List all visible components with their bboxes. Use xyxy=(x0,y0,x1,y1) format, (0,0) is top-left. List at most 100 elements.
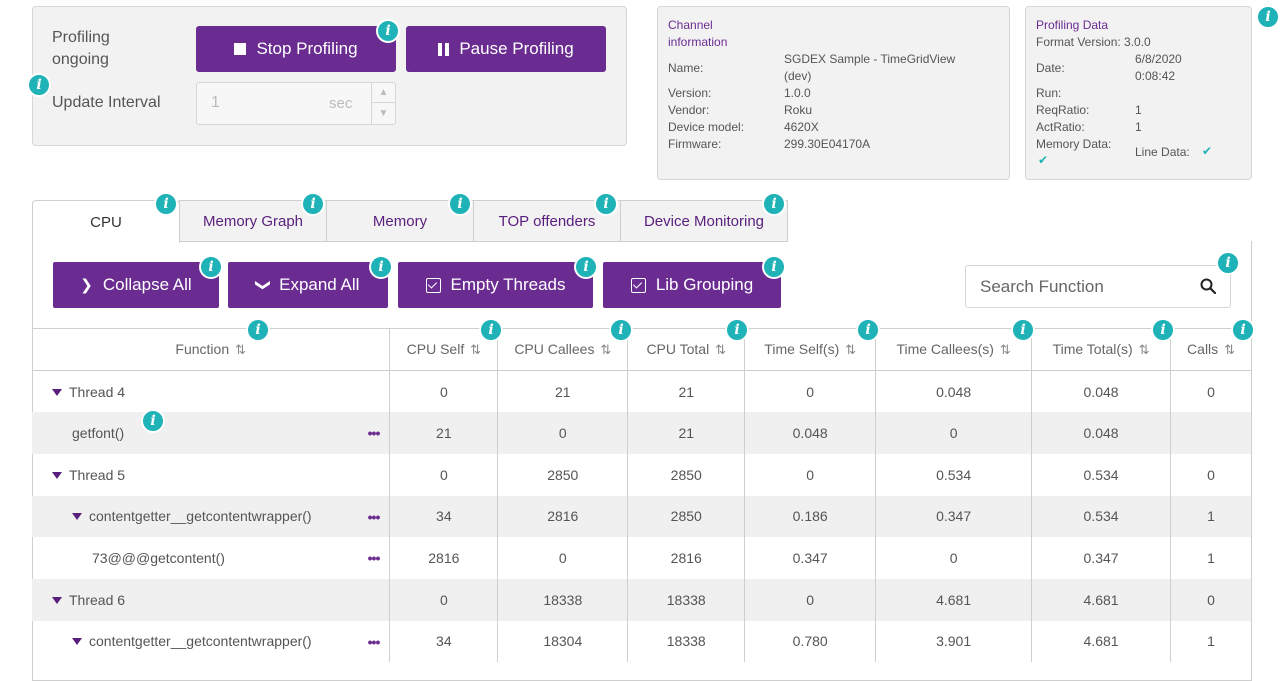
sort-icon[interactable]: ⇅ xyxy=(600,342,611,357)
expand-triangle-icon[interactable] xyxy=(52,388,62,396)
cpu-total-cell: 21 xyxy=(627,412,746,454)
cpu-callees-cell: 0 xyxy=(497,537,629,579)
info-icon[interactable]: i xyxy=(154,192,178,216)
empty-threads-toggle[interactable]: Empty Threads xyxy=(398,262,593,308)
vendor-value: Roku xyxy=(784,103,813,117)
table-header-row: Function ⇅ CPU Self ⇅ CPU Callees ⇅ CPU … xyxy=(32,328,1252,371)
column-header-time-total[interactable]: Time Total(s) ⇅ xyxy=(1031,328,1172,371)
info-icon[interactable]: i xyxy=(1256,5,1280,29)
chevron-down-icon: ❯ xyxy=(253,278,271,292)
calls-cell xyxy=(1170,412,1252,454)
sort-icon[interactable]: ⇅ xyxy=(470,342,481,357)
sort-icon[interactable]: ⇅ xyxy=(235,342,246,357)
search-input[interactable] xyxy=(980,277,1190,297)
table-row[interactable]: contentgetter__getcontentwrapper() ••• 34… xyxy=(32,495,1252,538)
sort-icon[interactable]: ⇅ xyxy=(715,342,726,357)
pause-profiling-button[interactable]: Pause Profiling xyxy=(406,26,606,72)
table-row[interactable]: Thread 5 0 2850 2850 0 0.534 0.534 0 xyxy=(32,453,1252,496)
column-header-function[interactable]: Function ⇅ xyxy=(32,328,391,371)
time-total-cell: 4.681 xyxy=(1031,578,1172,621)
stop-icon xyxy=(234,43,247,55)
column-header-label: Time Callees(s) xyxy=(896,341,994,357)
info-icon[interactable]: i xyxy=(609,318,633,342)
info-icon[interactable]: i xyxy=(725,318,749,342)
time-callees-cell: 0.534 xyxy=(875,453,1033,496)
memory-data-key: Memory Data: xyxy=(1036,137,1112,151)
sort-icon[interactable]: ⇅ xyxy=(1224,342,1235,357)
calls-cell: 0 xyxy=(1170,453,1252,496)
cpu-total-cell: 2850 xyxy=(627,495,746,538)
device-model-key: Device model: xyxy=(668,120,745,134)
act-ratio-key: ActRatio: xyxy=(1036,120,1085,134)
interval-stepper[interactable]: ▲ ▼ xyxy=(371,83,395,124)
table-row[interactable]: Thread 6 0 18338 18338 0 4.681 4.681 0 xyxy=(32,578,1252,621)
time-self-cell: 0.347 xyxy=(744,537,877,579)
decrement-icon[interactable]: ▼ xyxy=(372,103,395,123)
name-value: SGDEX Sample - TimeGridView xyxy=(784,52,956,66)
info-icon[interactable]: i xyxy=(762,255,786,279)
format-version: Format Version: 3.0.0 xyxy=(1036,35,1151,49)
column-header-time-callees[interactable]: Time Callees(s) ⇅ xyxy=(875,328,1033,371)
info-icon[interactable]: i xyxy=(1231,318,1255,342)
name-value-2: (dev) xyxy=(784,69,812,83)
function-name: 73@@@getcontent() xyxy=(92,550,225,567)
table-row[interactable]: getfont() ••• 21 0 21 0.048 0 0.048 xyxy=(32,412,1252,454)
lib-grouping-toggle[interactable]: Lib Grouping xyxy=(603,262,781,308)
info-icon[interactable]: i xyxy=(574,255,598,279)
info-icon[interactable]: i xyxy=(448,192,472,216)
version-value: 1.0.0 xyxy=(784,86,811,100)
more-options-icon[interactable]: ••• xyxy=(368,509,381,525)
expand-triangle-icon[interactable] xyxy=(72,513,82,521)
channel-info-title-1: Channel xyxy=(668,18,713,32)
info-icon[interactable]: i xyxy=(199,255,223,279)
expand-all-button[interactable]: ❯ Expand All xyxy=(228,262,388,308)
date-value: 6/8/2020 xyxy=(1135,52,1182,66)
sort-icon[interactable]: ⇅ xyxy=(1139,342,1150,357)
increment-icon[interactable]: ▲ xyxy=(372,83,395,103)
expand-triangle-icon[interactable] xyxy=(52,596,62,604)
info-icon[interactable]: i xyxy=(856,318,880,342)
collapse-all-label: Collapse All xyxy=(102,275,192,294)
stop-profiling-button[interactable]: Stop Profiling xyxy=(196,26,396,72)
more-options-icon[interactable]: ••• xyxy=(368,550,381,566)
function-name: contentgetter__getcontentwrapper() xyxy=(89,508,312,525)
time-self-cell: 0 xyxy=(744,370,877,413)
table-row[interactable]: contentgetter__getcontentwrapper() ••• 34… xyxy=(32,620,1252,663)
collapse-all-button[interactable]: ❯ Collapse All xyxy=(53,262,219,308)
expand-triangle-icon[interactable] xyxy=(52,471,62,479)
column-header-label: CPU Self xyxy=(406,341,465,357)
sort-icon[interactable]: ⇅ xyxy=(845,342,856,357)
tab-memory-graph-label: Memory Graph xyxy=(202,212,304,230)
info-icon[interactable]: i xyxy=(1216,251,1240,275)
run-key: Run: xyxy=(1036,86,1062,100)
update-interval-input[interactable]: 1 sec ▲ ▼ xyxy=(196,82,396,125)
expand-triangle-icon[interactable] xyxy=(72,638,82,646)
info-icon[interactable]: i xyxy=(246,318,270,342)
date-key: Date: xyxy=(1036,61,1065,75)
check-icon: ✔ xyxy=(1202,144,1213,158)
info-icon[interactable]: i xyxy=(27,73,51,97)
search-icon[interactable] xyxy=(1200,278,1216,294)
more-options-icon[interactable]: ••• xyxy=(368,634,381,650)
expand-all-label: Expand All xyxy=(279,275,360,294)
column-header-time-self[interactable]: Time Self(s) ⇅ xyxy=(744,328,877,371)
info-icon[interactable]: i xyxy=(594,192,618,216)
info-icon[interactable]: i xyxy=(376,19,400,43)
sort-icon[interactable]: ⇅ xyxy=(1000,342,1011,357)
info-icon[interactable]: i xyxy=(141,409,165,433)
cpu-self-cell: 34 xyxy=(389,495,499,538)
function-cell: contentgetter__getcontentwrapper() ••• xyxy=(32,620,391,663)
more-options-icon[interactable]: ••• xyxy=(368,425,381,441)
info-icon[interactable]: i xyxy=(479,318,503,342)
cpu-total-cell: 2816 xyxy=(627,537,746,579)
info-icon[interactable]: i xyxy=(762,192,786,216)
info-icon[interactable]: i xyxy=(301,192,325,216)
calls-cell: 1 xyxy=(1170,537,1252,579)
table-row[interactable]: 73@@@getcontent() ••• 2816 0 2816 0.347 0… xyxy=(32,537,1252,579)
table-row[interactable]: Thread 4 0 21 21 0 0.048 0.048 0 xyxy=(32,370,1252,413)
column-header-cpu-callees[interactable]: CPU Callees ⇅ xyxy=(497,328,629,371)
info-icon[interactable]: i xyxy=(1011,318,1035,342)
info-icon[interactable]: i xyxy=(369,255,393,279)
check-icon: ✔ xyxy=(1038,153,1049,167)
info-icon[interactable]: i xyxy=(1151,318,1175,342)
